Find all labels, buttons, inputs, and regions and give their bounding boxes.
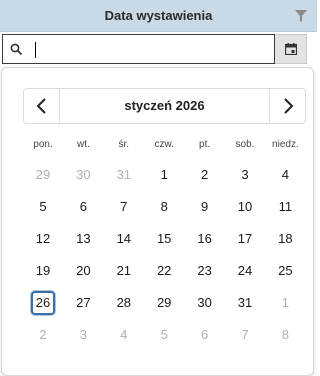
column-header: Data wystawienia bbox=[0, 0, 317, 32]
calendar-day[interactable]: 1 bbox=[265, 287, 305, 319]
weekday-label: pt. bbox=[199, 139, 211, 150]
datepicker-popup: styczeń 2026 pon. wt. śr. czw. pt. sob. niedz.… bbox=[1, 67, 314, 376]
calendar-day[interactable]: 21 bbox=[104, 255, 144, 287]
text-caret bbox=[35, 42, 36, 58]
calendar-day-grid: 29 30 31 1 2 3 4 5 6 7 8 9 10 11 12 13 14 15 16 17 18 19 20 21 2… bbox=[23, 159, 306, 351]
calendar-day[interactable]: 20 bbox=[63, 255, 103, 287]
calendar-day[interactable]: 8 bbox=[265, 319, 305, 351]
calendar-day[interactable]: 9 bbox=[185, 191, 225, 223]
calendar-day[interactable]: 8 bbox=[144, 191, 184, 223]
calendar-day[interactable]: 10 bbox=[225, 191, 265, 223]
calendar-day[interactable]: 2 bbox=[23, 319, 63, 351]
weekday-label: czw. bbox=[154, 139, 174, 150]
filter-icon[interactable] bbox=[295, 10, 307, 22]
chevron-left-icon bbox=[36, 98, 46, 114]
calendar-day[interactable]: 15 bbox=[144, 223, 184, 255]
calendar-day[interactable]: 19 bbox=[23, 255, 63, 287]
calendar-day[interactable]: 3 bbox=[63, 319, 103, 351]
weekday-label: pon. bbox=[33, 139, 53, 150]
calendar-day[interactable]: 30 bbox=[185, 287, 225, 319]
calendar-toggle-button[interactable] bbox=[275, 34, 307, 64]
calendar-day[interactable]: 6 bbox=[63, 191, 103, 223]
calendar-day[interactable]: 29 bbox=[23, 159, 63, 191]
search-icon bbox=[10, 43, 23, 56]
next-month-button[interactable] bbox=[269, 89, 305, 123]
calendar-day[interactable]: 4 bbox=[104, 319, 144, 351]
calendar-day[interactable]: 6 bbox=[185, 319, 225, 351]
filter-row bbox=[0, 32, 317, 66]
calendar-day[interactable]: 31 bbox=[104, 159, 144, 191]
calendar-day[interactable]: 31 bbox=[225, 287, 265, 319]
month-year-label[interactable]: styczeń 2026 bbox=[60, 98, 269, 113]
weekday-label: niedz. bbox=[272, 139, 299, 150]
calendar-day[interactable]: 28 bbox=[104, 287, 144, 319]
calendar-day[interactable]: 12 bbox=[23, 223, 63, 255]
calendar-day[interactable]: 7 bbox=[225, 319, 265, 351]
weekday-label: wt. bbox=[77, 139, 90, 150]
chevron-right-icon bbox=[284, 98, 294, 114]
weekday-header-row: pon. wt. śr. czw. pt. sob. niedz. bbox=[23, 139, 306, 153]
calendar-day[interactable]: 1 bbox=[144, 159, 184, 191]
calendar-day[interactable]: 2 bbox=[185, 159, 225, 191]
column-title: Data wystawienia bbox=[104, 8, 213, 23]
calendar-day[interactable]: 3 bbox=[225, 159, 265, 191]
calendar-day[interactable]: 29 bbox=[144, 287, 184, 319]
calendar-day[interactable]: 7 bbox=[104, 191, 144, 223]
calendar-day[interactable]: 27 bbox=[63, 287, 103, 319]
previous-month-button[interactable] bbox=[24, 89, 60, 123]
calendar-day[interactable]: 23 bbox=[185, 255, 225, 287]
date-filter-input[interactable] bbox=[2, 34, 275, 64]
calendar-day[interactable]: 18 bbox=[265, 223, 305, 255]
calendar-day[interactable]: 30 bbox=[63, 159, 103, 191]
calendar-day[interactable]: 22 bbox=[144, 255, 184, 287]
calendar-day[interactable]: 24 bbox=[225, 255, 265, 287]
calendar-day[interactable]: 14 bbox=[104, 223, 144, 255]
weekday-label: sob. bbox=[235, 139, 255, 150]
calendar-day[interactable]: 5 bbox=[144, 319, 184, 351]
calendar-day-today[interactable]: 26 bbox=[31, 291, 55, 315]
month-navigation: styczeń 2026 bbox=[23, 88, 306, 124]
calendar-day[interactable]: 13 bbox=[63, 223, 103, 255]
calendar-day[interactable]: 11 bbox=[265, 191, 305, 223]
calendar-icon bbox=[285, 43, 297, 55]
calendar-day[interactable]: 5 bbox=[23, 191, 63, 223]
calendar-day[interactable]: 16 bbox=[185, 223, 225, 255]
calendar-day[interactable]: 17 bbox=[225, 223, 265, 255]
calendar-day[interactable]: 25 bbox=[265, 255, 305, 287]
weekday-label: śr. bbox=[118, 139, 130, 150]
calendar-day[interactable]: 4 bbox=[265, 159, 305, 191]
